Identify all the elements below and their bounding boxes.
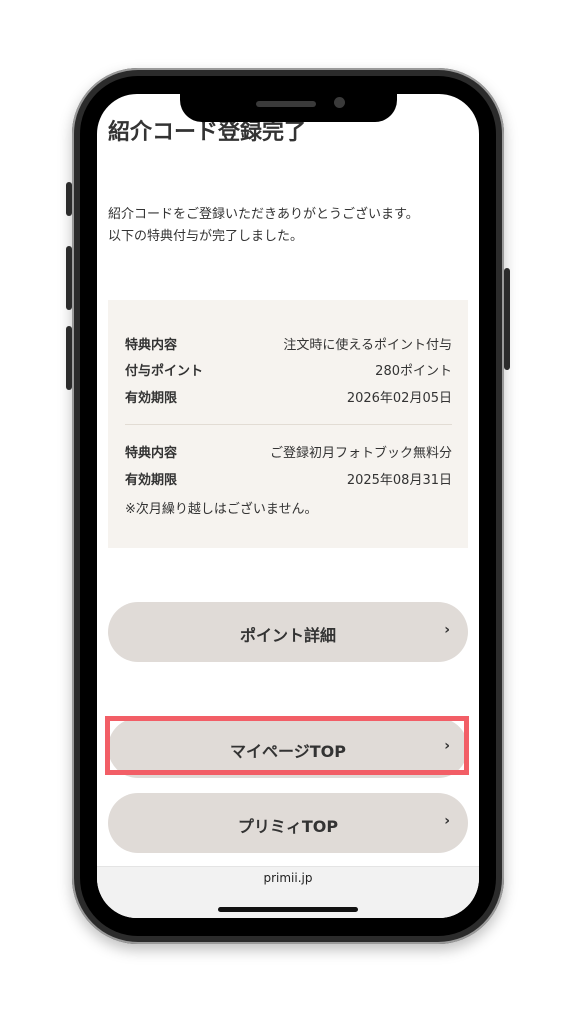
phone-screen: 紹介コード登録完了 紹介コードをご登録いただきありがとうございます。 以下の特典… [97, 94, 479, 918]
url-display[interactable]: primii.jp [97, 871, 479, 885]
point-detail-label: ポイント詳細 [239, 626, 336, 645]
chevron-right-icon: › [444, 813, 450, 829]
benefit-details-box: 特典内容 注文時に使えるポイント付与 付与ポイント 280ポイント 有効期限 2… [108, 300, 468, 548]
phone-notch [180, 80, 397, 122]
chevron-right-icon: › [444, 622, 450, 638]
benefit-content-row: 特典内容 注文時に使えるポイント付与 [125, 334, 452, 354]
mypage-top-label: マイページTOP [230, 742, 346, 761]
point-detail-button[interactable]: ポイント詳細 › [108, 602, 468, 662]
mypage-top-button[interactable]: マイページTOP › [108, 718, 468, 778]
expiry-label-2: 有効期限 [125, 473, 178, 488]
home-indicator[interactable] [218, 907, 358, 912]
speaker-grille [256, 101, 316, 107]
benefit-divider [125, 424, 452, 425]
message-line-2: 以下の特典付与が完了しました。 [108, 229, 304, 244]
granted-points-label: 付与ポイント [125, 364, 204, 379]
front-camera [334, 97, 345, 108]
carryover-note: ※次月繰り越しはございません。 [125, 502, 318, 517]
chevron-right-icon: › [444, 738, 450, 754]
completion-message: 紹介コードをご登録いただきありがとうございます。 以下の特典付与が完了しました。 [108, 204, 419, 248]
message-line-1: 紹介コードをご登録いただきありがとうございます。 [108, 207, 419, 222]
browser-bottom-bar: primii.jp [97, 866, 479, 918]
silent-switch [66, 182, 72, 216]
granted-points-value: 280ポイント [375, 364, 452, 379]
primii-top-button[interactable]: プリミィTOP › [108, 793, 468, 853]
primii-top-label: プリミィTOP [237, 817, 339, 836]
granted-points-row: 付与ポイント 280ポイント [125, 360, 452, 380]
benefit-content-label-2: 特典内容 [125, 446, 178, 461]
expiry-value: 2026年02月05日 [346, 391, 452, 406]
expiry-row: 有効期限 2026年02月05日 [125, 387, 452, 407]
expiry-value-2: 2025年08月31日 [346, 473, 452, 488]
volume-down-button [66, 326, 72, 390]
benefit-content-value-2: ご登録初月フォトブック無料分 [269, 446, 452, 461]
power-button [504, 268, 510, 370]
benefit-content-row-2: 特典内容 ご登録初月フォトブック無料分 [125, 442, 452, 462]
expiry-row-2: 有効期限 2025年08月31日 [125, 469, 452, 489]
benefit-content-value: 注文時に使えるポイント付与 [283, 338, 452, 353]
expiry-label: 有効期限 [125, 391, 178, 406]
volume-up-button [66, 246, 72, 310]
benefit-content-label: 特典内容 [125, 338, 178, 353]
